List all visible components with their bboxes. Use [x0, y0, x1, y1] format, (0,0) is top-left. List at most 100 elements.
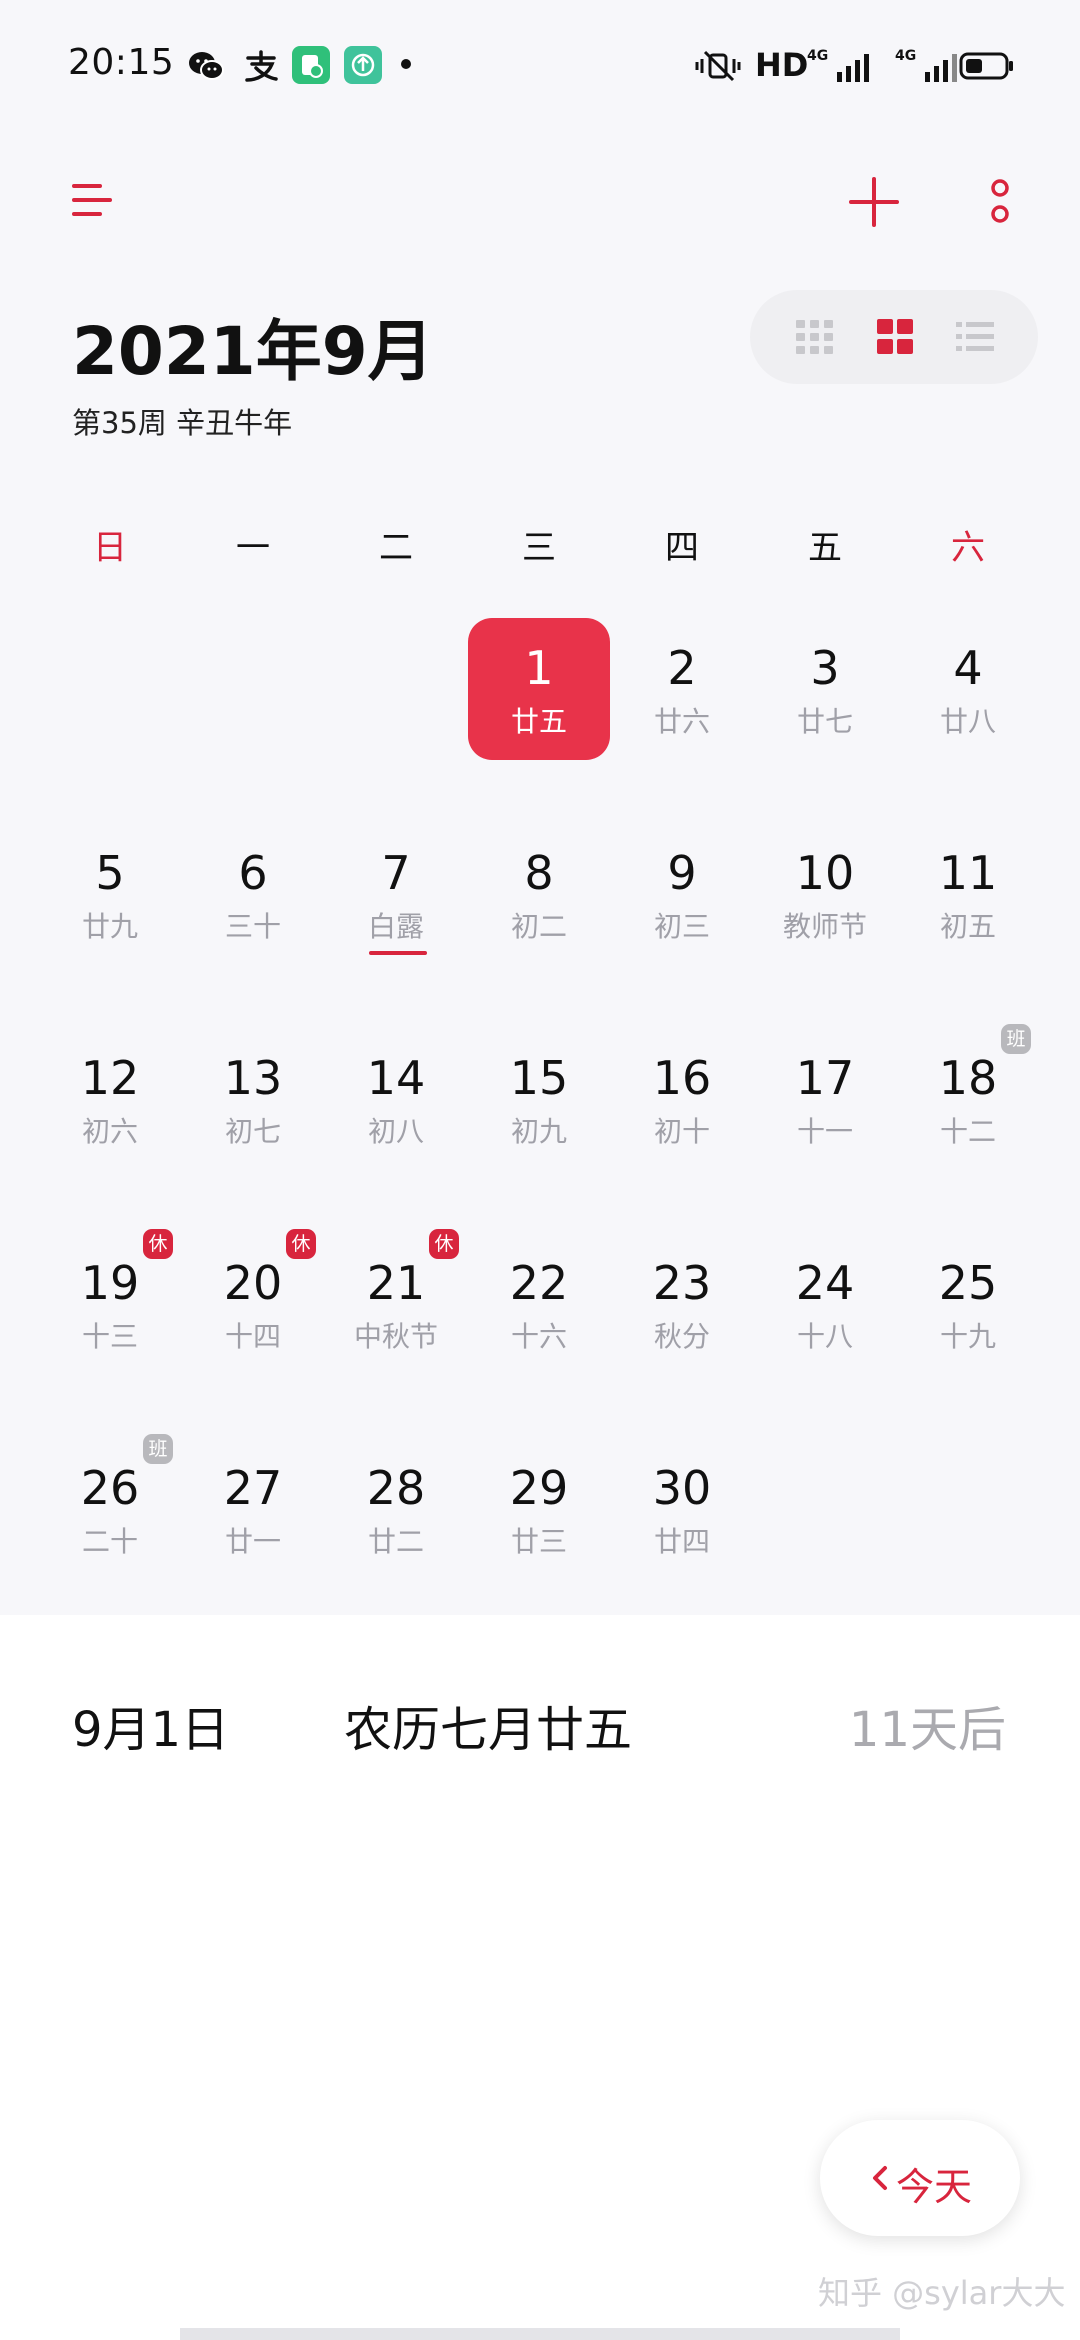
network-type-label-2: 4G [895, 48, 916, 64]
day-cell[interactable]: 18 十二 班 [897, 1024, 1039, 1170]
day-cell[interactable]: 24 十八 [754, 1233, 896, 1375]
lunar-date: 初二 [510, 910, 567, 943]
battery-icon [959, 52, 1013, 80]
calendar-app: 20:15 HD 4G 4G 2021年9月 第35周 辛丑牛年 日 一 二 三… [0, 0, 1080, 2340]
month-grid-icon[interactable] [870, 312, 920, 362]
day-cell[interactable]: 2 廿六 [611, 618, 753, 760]
day-cell[interactable]: 9 初三 [611, 823, 753, 965]
lunar-date: 十一 [796, 1115, 853, 1148]
holiday-badge: 休 [286, 1229, 316, 1259]
day-cell[interactable]: 23 秋分 [611, 1233, 753, 1375]
day-number: 13 [223, 1051, 283, 1105]
day-cell-selected[interactable]: 1 廿五 [468, 618, 610, 760]
day-number: 19 [80, 1256, 140, 1310]
day-cell[interactable]: 27 廿一 [182, 1438, 324, 1580]
day-number: 22 [509, 1256, 569, 1310]
day-number: 8 [524, 846, 554, 900]
day-cell[interactable]: 28 廿二 [325, 1438, 467, 1580]
day-cell[interactable]: 14 初八 [325, 1028, 467, 1170]
today-button[interactable]: 今天 [820, 2120, 1020, 2236]
lunar-date: 廿三 [510, 1525, 567, 1558]
day-number: 21 [366, 1256, 426, 1310]
day-number: 1 [524, 641, 554, 695]
day-cell[interactable]: 4 廿八 [897, 618, 1039, 760]
lunar-date: 廿五 [510, 705, 567, 738]
weekday-label: 二 [379, 528, 413, 568]
lunar-date: 初五 [939, 910, 996, 943]
day-cell[interactable]: 3 廿七 [754, 618, 896, 760]
day-cell[interactable]: 22 十六 [468, 1233, 610, 1375]
app-notification-icon [292, 46, 330, 84]
lunar-date: 白露 [367, 910, 424, 943]
signal-4g-2-icon: 4G [895, 48, 957, 82]
today-label: 今天 [896, 2165, 973, 2209]
network-type-label-1: 4G [807, 48, 828, 64]
home-indicator[interactable] [180, 2328, 900, 2340]
lunar-date: 初八 [367, 1115, 424, 1148]
more-icon[interactable] [986, 176, 1014, 228]
day-cell[interactable]: 6 三十 [182, 823, 324, 965]
day-cell[interactable]: 13 初七 [182, 1028, 324, 1170]
day-number: 16 [652, 1051, 712, 1105]
holiday-badge: 休 [429, 1229, 459, 1259]
day-number: 6 [238, 846, 268, 900]
vibrate-mute-icon [695, 50, 741, 82]
lunar-date: 十六 [510, 1320, 567, 1353]
day-cell[interactable]: 21 中秋节 休 [325, 1229, 467, 1375]
lunar-date: 廿六 [653, 705, 710, 738]
day-cell[interactable]: 8 初二 [468, 823, 610, 965]
wechat-icon [189, 52, 224, 80]
day-cell[interactable]: 17 十一 [754, 1028, 896, 1170]
weekday-label: 五 [808, 528, 842, 568]
day-cell[interactable]: 19 十三 休 [39, 1229, 181, 1375]
signal-4g-1-icon: 4G [807, 48, 869, 82]
day-cell[interactable]: 5 廿九 [39, 823, 181, 965]
lunar-date: 三十 [224, 910, 281, 943]
lunar-date: 秋分 [653, 1320, 710, 1353]
day-number: 29 [509, 1461, 569, 1515]
day-number: 24 [795, 1256, 855, 1310]
chevron-left-icon [873, 2166, 887, 2190]
lunar-date: 初十 [653, 1115, 710, 1148]
status-bar: 20:15 HD 4G 4G [0, 0, 1080, 130]
hd-icon: HD [755, 46, 809, 84]
day-number: 10 [795, 846, 855, 900]
list-icon[interactable] [950, 312, 1000, 362]
day-number: 7 [381, 846, 411, 900]
day-number: 18 [938, 1051, 998, 1105]
day-number: 17 [795, 1051, 855, 1105]
day-cell[interactable]: 15 初九 [468, 1028, 610, 1170]
lunar-date: 十二 [939, 1115, 996, 1148]
watermark: 知乎 @sylar大大 [818, 2274, 1066, 2312]
weekday-label: 一 [236, 528, 270, 568]
workday-badge: 班 [143, 1434, 173, 1464]
lunar-date: 十四 [224, 1320, 281, 1353]
day-number: 14 [366, 1051, 426, 1105]
lunar-date: 廿四 [653, 1525, 710, 1558]
day-cell[interactable]: 10 教师节 [754, 823, 896, 965]
lunar-date: 十三 [81, 1320, 138, 1353]
menu-icon[interactable] [68, 176, 116, 224]
lunar-date: 廿二 [367, 1525, 424, 1558]
day-number: 3 [810, 641, 840, 695]
add-icon[interactable] [848, 176, 900, 228]
weekday-label: 四 [665, 528, 699, 568]
weekday-label: 日 [93, 528, 127, 568]
lunar-date: 初三 [653, 910, 710, 943]
day-cell[interactable]: 11 初五 [897, 823, 1039, 965]
day-cell[interactable]: 30 廿四 [611, 1438, 753, 1580]
day-cell[interactable]: 20 十四 休 [182, 1229, 324, 1375]
day-cell[interactable]: 26 二十 班 [39, 1434, 181, 1580]
day-cell[interactable]: 12 初六 [39, 1028, 181, 1170]
day-cell[interactable]: 7 白露 [325, 823, 467, 965]
day-number: 9 [667, 846, 697, 900]
day-cell[interactable]: 25 十九 [897, 1233, 1039, 1375]
day-number: 20 [223, 1256, 283, 1310]
day-number: 12 [80, 1051, 140, 1105]
month-title[interactable]: 2021年9月 [72, 298, 434, 394]
upload-notification-icon [344, 46, 382, 84]
year-grid-icon[interactable] [790, 312, 840, 362]
day-cell[interactable]: 16 初十 [611, 1028, 753, 1170]
day-cell[interactable]: 29 廿三 [468, 1438, 610, 1580]
lunar-date: 廿一 [224, 1525, 281, 1558]
